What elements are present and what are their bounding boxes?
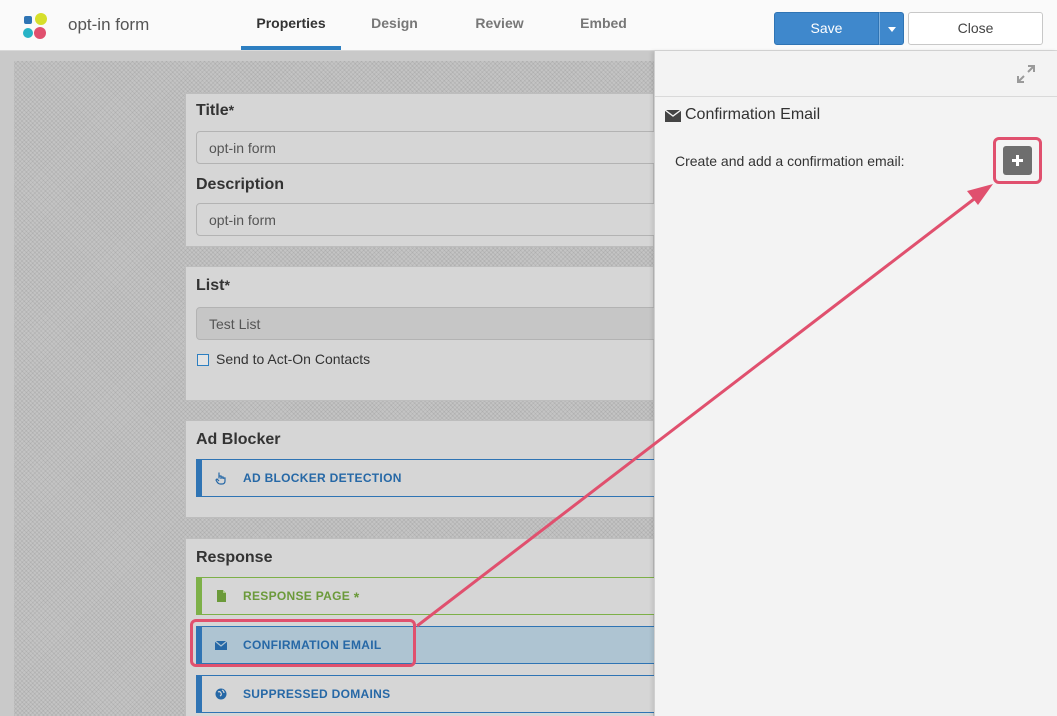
close-button[interactable]: Close xyxy=(908,12,1043,45)
send-contacts-label: Send to Act-On Contacts xyxy=(216,351,371,367)
description-input[interactable]: opt-in form xyxy=(196,203,666,236)
form-title: opt-in form xyxy=(68,15,150,34)
title-input[interactable]: opt-in form xyxy=(196,131,666,164)
send-contacts-checkbox[interactable] xyxy=(197,354,209,366)
card-response: Response RESPONSE PAGE * CONFIRMATION EM… xyxy=(185,538,666,716)
card-ad-blocker: Ad Blocker AD BLOCKER DETECTION xyxy=(185,420,666,518)
panel-header xyxy=(655,51,1057,97)
globe-icon xyxy=(215,688,227,700)
envelope-icon xyxy=(665,110,681,122)
save-button[interactable]: Save xyxy=(774,12,879,45)
ad-blocker-detection-item[interactable]: AD BLOCKER DETECTION xyxy=(196,459,666,497)
hand-pointer-icon xyxy=(215,472,226,485)
tab-properties[interactable]: Properties xyxy=(241,15,341,31)
card-basic-info: Title* opt-in form Description opt-in fo… xyxy=(185,93,666,247)
confirmation-email-item[interactable]: CONFIRMATION EMAIL xyxy=(196,626,666,664)
title-label: Title* xyxy=(196,102,235,119)
suppressed-domains-label: SUPPRESSED DOMAINS xyxy=(243,687,391,701)
tab-review[interactable]: Review xyxy=(457,15,542,31)
response-page-item[interactable]: RESPONSE PAGE * xyxy=(196,577,666,615)
active-tab-indicator xyxy=(241,46,341,50)
save-options-dropdown[interactable] xyxy=(879,12,904,45)
confirmation-email-label: CONFIRMATION EMAIL xyxy=(243,638,382,652)
card-list: List* Test List Send to Act-On Contacts xyxy=(185,266,666,401)
expand-icon[interactable] xyxy=(1015,63,1037,85)
envelope-icon xyxy=(214,640,228,650)
ad-blocker-detection-label: AD BLOCKER DETECTION xyxy=(243,471,402,485)
file-icon xyxy=(217,590,226,602)
response-page-label: RESPONSE PAGE * xyxy=(243,589,360,605)
add-confirmation-email-button[interactable] xyxy=(1003,146,1032,175)
tab-embed[interactable]: Embed xyxy=(561,15,646,31)
tab-design[interactable]: Design xyxy=(352,15,437,31)
list-select[interactable]: Test List xyxy=(196,307,666,340)
panel-description: Create and add a confirmation email: xyxy=(675,153,905,169)
response-title: Response xyxy=(196,549,273,566)
top-bar: opt-in form Properties Design Review Emb… xyxy=(0,0,1057,51)
panel-title: Confirmation Email xyxy=(685,106,821,123)
act-on-logo xyxy=(23,13,47,39)
list-label: List* xyxy=(196,277,230,294)
description-label: Description xyxy=(196,176,285,193)
suppressed-domains-item[interactable]: SUPPRESSED DOMAINS xyxy=(196,675,666,713)
ad-blocker-title: Ad Blocker xyxy=(196,431,281,448)
confirmation-email-panel: Confirmation Email Create and add a conf… xyxy=(654,51,1057,716)
